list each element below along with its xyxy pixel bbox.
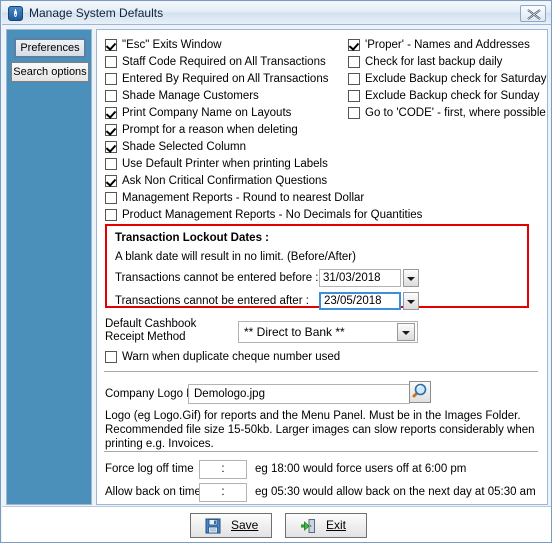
manage-system-defaults-window: Manage System Defaults Preferences Searc… xyxy=(0,0,552,543)
exit-button[interactable]: Exit xyxy=(285,513,367,538)
checkbox-label: Warn when duplicate cheque number used xyxy=(122,351,341,363)
checkbox-box[interactable] xyxy=(105,39,117,51)
checkbox-label: Prompt for a reason when deleting xyxy=(122,124,298,136)
checkbox-box[interactable] xyxy=(348,90,360,102)
checkbox-box[interactable] xyxy=(105,141,117,153)
checkbox-label: Shade Selected Column xyxy=(122,141,247,153)
lockout-before-label: Transactions cannot be entered before : xyxy=(115,272,319,284)
floppy-disk-icon xyxy=(205,518,221,534)
lockout-subtitle: A blank date will result in no limit. (B… xyxy=(115,251,356,263)
checkbox-label: Print Company Name on Layouts xyxy=(122,107,292,119)
allow-back-input[interactable]: : xyxy=(199,483,247,502)
checkbox-label: 'Proper' - Names and Addresses xyxy=(365,39,530,51)
checkbox-label: "Esc" Exits Window xyxy=(122,39,222,51)
checkbox-label: Management Reports - Round to nearest Do… xyxy=(122,192,365,204)
checkbox-label: Ask Non Critical Confirmation Questions xyxy=(122,175,328,187)
sidebar-item-search-options[interactable]: Search options xyxy=(11,62,89,82)
checkbox-box[interactable] xyxy=(348,39,360,51)
checkbox-box[interactable] xyxy=(105,209,117,221)
checkbox-label: Go to 'CODE' - first, where possible xyxy=(365,107,546,119)
checkbox-box[interactable] xyxy=(105,56,117,68)
checkbox-label: Entered By Required on All Transactions xyxy=(122,73,329,85)
checkbox-box[interactable] xyxy=(105,351,117,363)
magnifier-glyph xyxy=(412,383,427,398)
transaction-lockout-dates-group: Transaction Lockout Dates : A blank date… xyxy=(105,224,529,310)
exit-button-label: Exit xyxy=(326,518,347,532)
checkbox-box[interactable] xyxy=(348,73,360,85)
save-button-label: Save xyxy=(231,518,259,532)
checkbox-label: Product Management Reports - No Decimals… xyxy=(122,209,423,221)
footer-bar: Save Exit xyxy=(2,506,551,542)
cashbook-method-select[interactable]: ** Direct to Bank ** xyxy=(238,321,418,343)
chevron-down-icon[interactable] xyxy=(397,323,415,341)
checkbox-label: Exclude Backup check for Sunday xyxy=(365,90,540,102)
divider xyxy=(104,371,538,372)
checkbox-box[interactable] xyxy=(348,56,360,68)
checkbox-box[interactable] xyxy=(105,192,117,204)
company-logo-input[interactable]: Demologo.jpg xyxy=(188,384,410,404)
lockout-title: Transaction Lockout Dates : xyxy=(115,232,270,244)
force-logoff-label: Force log off time xyxy=(105,463,194,475)
sidebar-item-preferences[interactable]: Preferences xyxy=(14,38,86,58)
sidebar: Preferences Search options xyxy=(6,29,92,505)
window-title: Manage System Defaults xyxy=(29,6,164,20)
checkbox-box[interactable] xyxy=(105,124,117,136)
lockout-after-label: Transactions cannot be entered after : xyxy=(115,295,309,307)
force-logoff-hint: eg 18:00 would force users off at 6:00 p… xyxy=(255,463,467,475)
power-icon xyxy=(8,6,23,21)
checkbox-box[interactable] xyxy=(105,107,117,119)
titlebar: Manage System Defaults xyxy=(2,2,551,25)
allow-back-hint: eg 05:30 would allow back on the next da… xyxy=(255,486,536,498)
checkbox-label: Use Default Printer when printing Labels xyxy=(122,158,328,170)
checkbox-label: Staff Code Required on All Transactions xyxy=(122,56,326,68)
checkbox-box[interactable] xyxy=(105,73,117,85)
preferences-panel: "Esc" Exits Window Staff Code Required o… xyxy=(96,29,548,505)
force-logoff-input[interactable]: : xyxy=(199,460,247,479)
checkbox-box[interactable] xyxy=(348,107,360,119)
chevron-down-icon[interactable] xyxy=(403,269,419,287)
lockout-after-input[interactable]: 23/05/2018 xyxy=(319,292,401,310)
checkbox-label: Check for last backup daily xyxy=(365,56,503,68)
checkbox-box[interactable] xyxy=(105,90,117,102)
checkbox-label: Shade Manage Customers xyxy=(122,90,259,102)
save-button[interactable]: Save xyxy=(190,513,272,538)
allow-back-label: Allow back on time xyxy=(105,486,201,498)
company-logo-description: Logo (eg Logo.Gif) for reports and the M… xyxy=(105,410,535,450)
chevron-down-icon[interactable] xyxy=(403,292,419,310)
cashbook-method-label: Default Cashbook Receipt Method xyxy=(105,318,197,343)
checkbox-label: Exclude Backup check for Saturday xyxy=(365,73,547,85)
magnifier-icon[interactable] xyxy=(409,381,431,403)
checkbox-box[interactable] xyxy=(105,158,117,170)
checkbox-box[interactable] xyxy=(105,175,117,187)
divider xyxy=(104,451,538,452)
lockout-before-input[interactable]: 31/03/2018 xyxy=(319,269,401,287)
close-icon[interactable] xyxy=(520,5,546,22)
close-glyph xyxy=(527,9,541,20)
exit-door-icon xyxy=(301,519,315,533)
